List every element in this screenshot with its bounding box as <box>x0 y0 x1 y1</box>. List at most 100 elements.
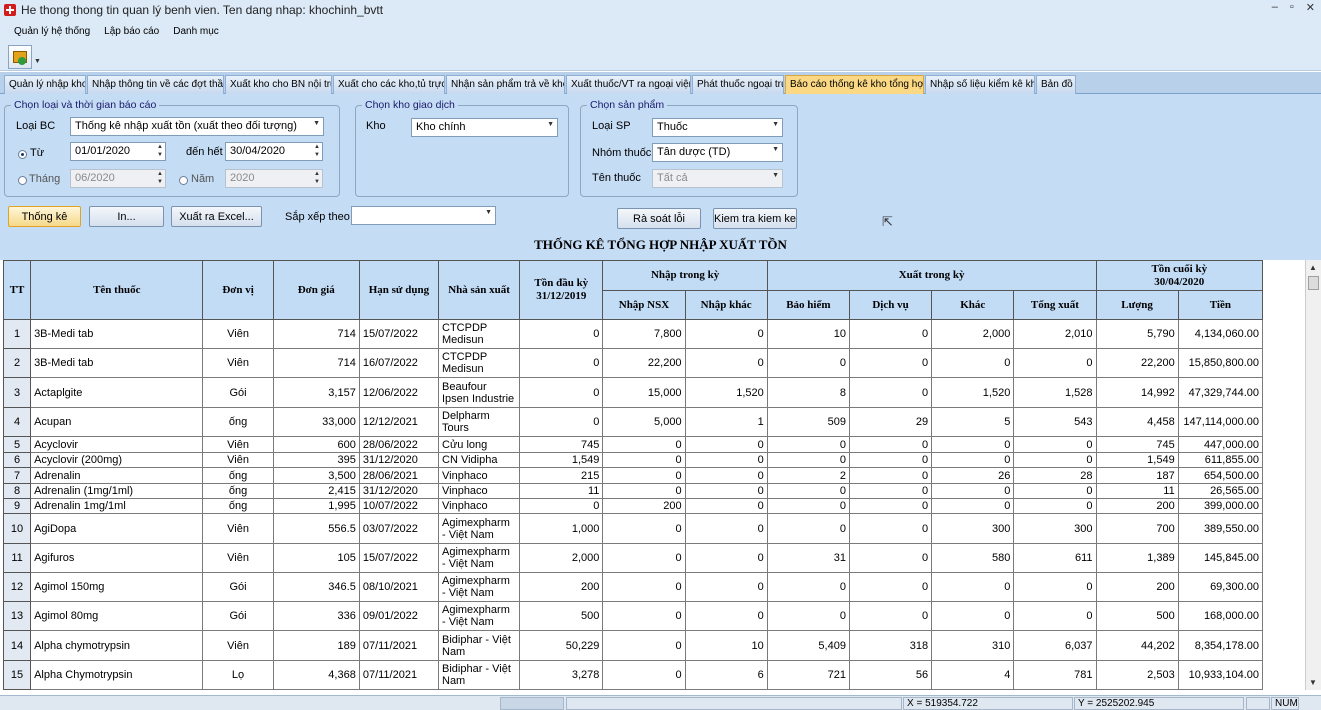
cell-ten-thuoc[interactable]: Acyclovir <box>30 436 204 453</box>
cell-han-su-dung[interactable]: 28/06/2021 <box>358 467 440 484</box>
year-spinner-icon[interactable]: ▲ ▼ <box>314 170 320 186</box>
toolbar-dropdown-icon[interactable]: ▼ <box>34 58 41 65</box>
cell-nha-san-xuat[interactable]: CTCPDP Medisun <box>437 319 521 349</box>
cell-luong[interactable]: 14,992 <box>1095 377 1179 408</box>
cell-khac[interactable]: 1,520 <box>931 377 1015 408</box>
loai-bc-select[interactable]: Thống kê nhập xuất tồn (xuất theo đối tư… <box>70 117 324 136</box>
cell-don-vi[interactable]: Viên <box>202 543 274 573</box>
tab-nhap-thong-tin-dot-thau[interactable]: Nhập thông tin về các đợt thầu <box>87 75 224 94</box>
cell-tien[interactable]: 447,000.00 <box>1177 436 1264 453</box>
cell-nhap-nsx[interactable]: 200 <box>602 498 686 514</box>
cell-han-su-dung[interactable]: 31/12/2020 <box>358 483 440 499</box>
table-row[interactable]: 4 Acupan ống 33,000 12/12/2021 Delpharm Tours… <box>3 407 1264 437</box>
cell-luong[interactable]: 11 <box>1095 483 1179 499</box>
cell-khac[interactable]: 0 <box>931 572 1015 602</box>
cell-nha-san-xuat[interactable]: Cửu long <box>437 436 521 453</box>
cell-luong[interactable]: 2,503 <box>1095 660 1179 690</box>
cell-tt[interactable]: 8 <box>3 483 32 499</box>
tab-ban-do[interactable]: Bản đồ <box>1036 75 1076 94</box>
cell-tt[interactable]: 1 <box>3 319 32 349</box>
cell-don-gia[interactable]: 395 <box>272 452 360 468</box>
cell-nha-san-xuat[interactable]: Delpharm Tours <box>437 407 521 437</box>
tab-xuat-cac-kho-tu-truc[interactable]: Xuất cho các kho,tủ trực <box>333 75 445 94</box>
cell-bao-hiem[interactable]: 10 <box>766 319 850 349</box>
cell-bao-hiem[interactable]: 0 <box>766 572 850 602</box>
cell-luong[interactable]: 200 <box>1095 572 1179 602</box>
cell-ten-thuoc[interactable]: Actaplgite <box>30 377 204 408</box>
cell-tien[interactable]: 10,933,104.00 <box>1177 660 1264 690</box>
table-row[interactable]: 1 3B-Medi tab Viên 714 15/07/2022 CTCPDP Medi… <box>3 319 1264 349</box>
cell-tong-xuat[interactable]: 28 <box>1013 467 1097 484</box>
cell-tong-xuat[interactable]: 2,010 <box>1013 319 1097 349</box>
cell-tong-xuat[interactable]: 0 <box>1013 498 1097 514</box>
cell-nha-san-xuat[interactable]: Beaufour Ipsen Industrie <box>437 377 521 408</box>
cell-khac[interactable]: 310 <box>931 630 1015 661</box>
cell-dich-vu[interactable]: 0 <box>848 348 933 378</box>
cell-dich-vu[interactable]: 318 <box>848 630 933 661</box>
cell-tong-xuat[interactable]: 543 <box>1013 407 1097 437</box>
date-spinner-icon[interactable]: ▲ ▼ <box>314 143 320 159</box>
cell-dich-vu[interactable]: 56 <box>848 660 933 690</box>
cell-bao-hiem[interactable]: 5,409 <box>766 630 850 661</box>
header-ten-thuoc[interactable]: Tên thuốc <box>30 260 204 320</box>
cell-han-su-dung[interactable]: 12/12/2021 <box>358 407 440 437</box>
tab-bao-cao-thong-ke[interactable]: Báo cáo thống kê kho tổng hợp <box>785 75 924 95</box>
cell-don-gia[interactable]: 2,415 <box>272 483 360 499</box>
cell-nhap-khac[interactable]: 0 <box>684 452 768 468</box>
cell-tien[interactable]: 147,114,000.00 <box>1177 407 1264 437</box>
cell-nha-san-xuat[interactable]: Bidiphar - Việt Nam <box>437 660 521 690</box>
scroll-down-icon[interactable]: ▼ <box>1309 678 1317 687</box>
cell-dich-vu[interactable]: 0 <box>848 483 933 499</box>
cell-khac[interactable]: 5 <box>931 407 1015 437</box>
table-row[interactable]: 10 AgiDopa Viên 556.5 03/07/2022 Agimexpharm … <box>3 513 1264 544</box>
cell-khac[interactable]: 26 <box>931 467 1015 484</box>
table-row[interactable]: 6 Acyclovir (200mg) Viên 395 31/12/2020 CN Vi… <box>3 452 1264 468</box>
scroll-thumb[interactable] <box>1308 276 1319 290</box>
cell-ton-dau-ky[interactable]: 200 <box>519 572 604 602</box>
cell-tien[interactable]: 654,500.00 <box>1177 467 1264 484</box>
cell-nhap-nsx[interactable]: 0 <box>602 436 686 453</box>
kho-select[interactable]: Kho chính ▼ <box>411 118 558 137</box>
cell-ton-dau-ky[interactable]: 0 <box>519 498 604 514</box>
cell-tien[interactable]: 399,000.00 <box>1177 498 1264 514</box>
tab-nhap-so-lieu-kiem-ke[interactable]: Nhập số liệu kiểm kê kho <box>925 75 1035 94</box>
tab-quan-ly-nhap-kho[interactable]: Quản lý nhập kho <box>4 75 86 94</box>
cell-tong-xuat[interactable]: 0 <box>1013 601 1097 631</box>
vertical-scrollbar[interactable]: ▲ ▼ <box>1305 260 1321 690</box>
header-don-gia[interactable]: Đơn giá <box>272 260 360 320</box>
cell-luong[interactable]: 745 <box>1095 436 1179 453</box>
cell-don-vi[interactable]: Viên <box>202 319 274 349</box>
cell-ten-thuoc[interactable]: Acyclovir (200mg) <box>30 452 204 468</box>
cell-khac[interactable]: 0 <box>931 498 1015 514</box>
cell-bao-hiem[interactable]: 31 <box>766 543 850 573</box>
cell-luong[interactable]: 187 <box>1095 467 1179 484</box>
cell-tt[interactable]: 13 <box>3 601 32 631</box>
cell-dich-vu[interactable]: 0 <box>848 513 933 544</box>
cell-dich-vu[interactable]: 0 <box>848 467 933 484</box>
cell-don-vi[interactable]: Gói <box>202 572 274 602</box>
thong-ke-button[interactable]: Thống kê <box>8 206 81 227</box>
cell-tong-xuat[interactable]: 611 <box>1013 543 1097 573</box>
cell-tong-xuat[interactable]: 300 <box>1013 513 1097 544</box>
cell-tt[interactable]: 12 <box>3 572 32 602</box>
cell-han-su-dung[interactable]: 08/10/2021 <box>358 572 440 602</box>
cell-nhap-khac[interactable]: 0 <box>684 483 768 499</box>
cell-khac[interactable]: 0 <box>931 483 1015 499</box>
cell-khac[interactable]: 0 <box>931 452 1015 468</box>
cell-ten-thuoc[interactable]: 3B-Medi tab <box>30 319 204 349</box>
cell-nhap-nsx[interactable]: 0 <box>602 452 686 468</box>
tab-phat-thuoc-ngoai-tru[interactable]: Phát thuốc ngoại trú <box>692 75 784 94</box>
tab-xuat-thuoc-ngoai-vien[interactable]: Xuất thuốc/VT ra ngoại viện <box>566 75 691 94</box>
cell-tt[interactable]: 7 <box>3 467 32 484</box>
restore-button[interactable]: ▫ <box>1290 1 1294 14</box>
cell-dich-vu[interactable]: 0 <box>848 319 933 349</box>
cell-tien[interactable]: 26,565.00 <box>1177 483 1264 499</box>
cell-ton-dau-ky[interactable]: 11 <box>519 483 604 499</box>
cell-nha-san-xuat[interactable]: Vinphaco <box>437 483 521 499</box>
cell-don-vi[interactable]: ống <box>202 498 274 514</box>
cell-bao-hiem[interactable]: 0 <box>766 498 850 514</box>
cell-don-gia[interactable]: 33,000 <box>272 407 360 437</box>
cell-nhap-khac[interactable]: 1,520 <box>684 377 768 408</box>
toolbar-action-button[interactable] <box>8 45 32 69</box>
cell-han-su-dung[interactable]: 15/07/2022 <box>358 543 440 573</box>
